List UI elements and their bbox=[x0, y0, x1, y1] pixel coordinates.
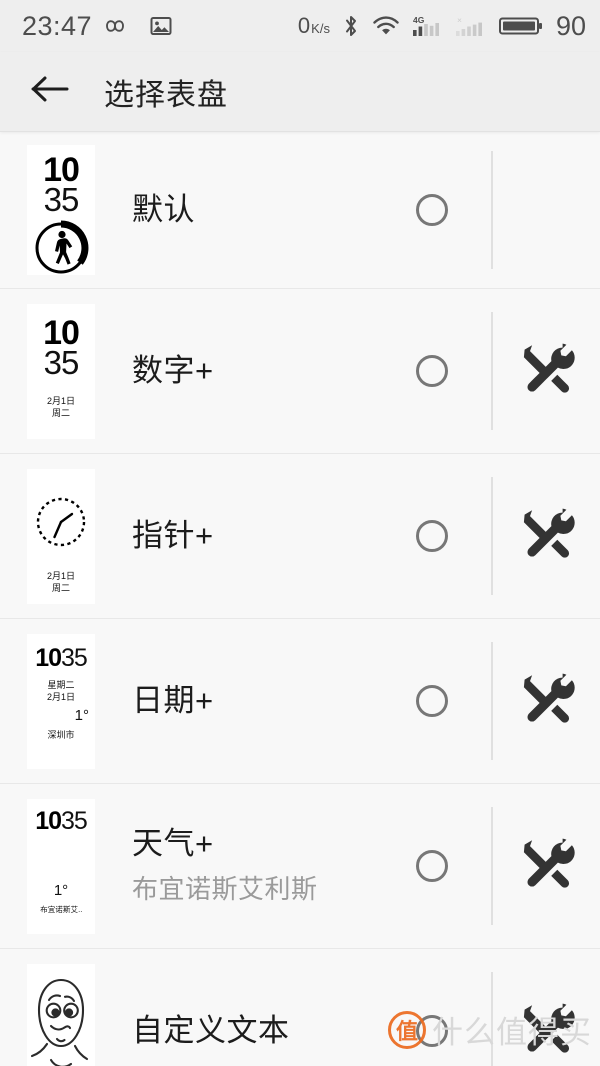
screen-root: 23:47 0 K/s 4G × 90 选择表盘 10 35 默认 10 35 … bbox=[0, 0, 600, 1066]
battery-percent: 90 bbox=[555, 10, 586, 41]
preview-time: 10 35 bbox=[35, 643, 88, 672]
preview-hours: 10 bbox=[35, 806, 62, 835]
tools-wrench-screwdriver-icon bbox=[519, 506, 575, 567]
preview-minutes: 35 bbox=[61, 806, 88, 835]
watchface-preview bbox=[27, 963, 95, 1066]
back-arrow-icon bbox=[30, 74, 72, 109]
watchface-settings-button[interactable] bbox=[493, 671, 600, 732]
back-button[interactable] bbox=[28, 69, 74, 115]
network-speed-value: 0 bbox=[297, 13, 311, 38]
watchface-labels: 天气+ 布宜诺斯艾利斯 bbox=[132, 826, 416, 906]
preview-date-lines: 2月1日 周二 bbox=[46, 570, 75, 593]
watchface-radio[interactable] bbox=[416, 355, 448, 387]
signal-icon-sim2: × bbox=[455, 14, 486, 38]
analog-clock-dashed-icon bbox=[34, 495, 88, 554]
preview-city: 深圳市 bbox=[47, 729, 75, 740]
watchface-subtitle: 布宜诺斯艾利斯 bbox=[132, 873, 318, 904]
watchface-title: 数字+ bbox=[132, 353, 214, 389]
speed-unit-bottom: s bbox=[323, 21, 330, 36]
svg-text:4G: 4G bbox=[413, 15, 425, 25]
watchface-row[interactable]: 2月1日 周二 指针+ bbox=[0, 454, 600, 619]
watchface-preview: 10 35 星期二 2月1日 1° 深圳市 bbox=[27, 633, 95, 769]
preview-date-lines: 星期二 2月1日 bbox=[46, 679, 75, 702]
tools-wrench-screwdriver-icon bbox=[519, 671, 575, 732]
bluetooth-icon bbox=[343, 14, 359, 38]
watchface-row[interactable]: 10 35 2月1日 周二 数字+ bbox=[0, 289, 600, 454]
watchface-radio[interactable] bbox=[416, 685, 448, 717]
preview-time: 10 35 bbox=[35, 806, 88, 835]
tools-wrench-screwdriver-icon bbox=[519, 836, 575, 897]
page-title: 选择表盘 bbox=[104, 78, 228, 112]
watchface-row[interactable]: 10 35 默认 bbox=[0, 132, 600, 289]
watchface-list: 10 35 默认 10 35 2月1日 周二 数字+ 2月1日 周二 指针+ 10 35 星期二 2月1日 1… bbox=[0, 132, 600, 1066]
wifi-icon bbox=[372, 15, 400, 37]
watchface-title: 自定义文本 bbox=[132, 1013, 290, 1049]
signal-icon-sim1: 4G bbox=[412, 14, 443, 38]
watchface-radio[interactable] bbox=[416, 850, 448, 882]
preview-temperature: 1° bbox=[53, 881, 69, 899]
preview-hours: 10 bbox=[35, 643, 62, 672]
svg-text:×: × bbox=[457, 15, 462, 25]
preview-city: 布宜诺斯艾.. bbox=[39, 904, 83, 914]
row-divider bbox=[491, 151, 493, 269]
speed-unit-top: K bbox=[311, 21, 320, 36]
watchface-settings-button[interactable] bbox=[493, 1001, 600, 1062]
watchface-row[interactable]: 10 35 星期二 2月1日 1° 深圳市 日期+ bbox=[0, 619, 600, 784]
status-bar-right: 0 K/s 4G × 90 bbox=[298, 11, 586, 42]
infinity-icon bbox=[106, 16, 136, 36]
preview-time: 10 35 bbox=[43, 316, 80, 381]
status-clock: 23:47 bbox=[22, 10, 93, 41]
preview-minutes: 35 bbox=[43, 343, 80, 381]
watchface-settings-button[interactable] bbox=[493, 836, 600, 897]
battery-icon bbox=[498, 14, 543, 38]
watchface-row[interactable]: 10 35 1° 布宜诺斯艾.. 天气+ 布宜诺斯艾利斯 bbox=[0, 784, 600, 949]
watchface-settings-button[interactable] bbox=[493, 506, 600, 567]
watchface-labels: 自定义文本 bbox=[132, 1013, 416, 1049]
preview-date-lines: 2月1日 周二 bbox=[46, 395, 75, 418]
watchface-row[interactable]: 自定义文本 bbox=[0, 949, 600, 1066]
status-bar-left: 23:47 bbox=[22, 11, 172, 42]
watchface-labels: 默认 bbox=[132, 192, 416, 228]
watchface-title: 默认 bbox=[132, 192, 195, 228]
watchface-radio[interactable] bbox=[416, 194, 448, 226]
image-icon bbox=[150, 15, 172, 37]
preview-temperature: 1° bbox=[74, 706, 89, 724]
preview-minutes: 35 bbox=[43, 181, 80, 218]
network-speed: 0 K/s bbox=[298, 13, 330, 39]
watchface-preview: 10 35 2月1日 周二 bbox=[27, 303, 95, 439]
watchface-settings-button[interactable] bbox=[493, 341, 600, 402]
network-speed-unit: K/s bbox=[311, 21, 330, 36]
watchface-radio[interactable] bbox=[416, 520, 448, 552]
watchface-title: 日期+ bbox=[132, 683, 214, 719]
preview-minutes: 35 bbox=[61, 643, 88, 672]
preview-time: 10 35 bbox=[43, 153, 80, 218]
watchface-preview: 10 35 bbox=[27, 145, 95, 275]
watchface-labels: 指针+ bbox=[132, 518, 416, 554]
watchface-preview: 10 35 1° 布宜诺斯艾.. bbox=[27, 798, 95, 934]
app-bar: 选择表盘 bbox=[0, 52, 600, 132]
watchface-title: 指针+ bbox=[132, 518, 214, 554]
walking-person-progress-icon bbox=[33, 220, 89, 275]
tools-wrench-screwdriver-icon bbox=[519, 1001, 575, 1062]
watchface-radio[interactable] bbox=[416, 1015, 448, 1047]
watchface-labels: 日期+ bbox=[132, 683, 416, 719]
watchface-labels: 数字+ bbox=[132, 353, 416, 389]
watchface-preview: 2月1日 周二 bbox=[27, 468, 95, 604]
status-bar: 23:47 0 K/s 4G × 90 bbox=[0, 0, 600, 52]
tools-wrench-screwdriver-icon bbox=[519, 341, 575, 402]
watchface-title: 天气+ bbox=[132, 826, 214, 862]
